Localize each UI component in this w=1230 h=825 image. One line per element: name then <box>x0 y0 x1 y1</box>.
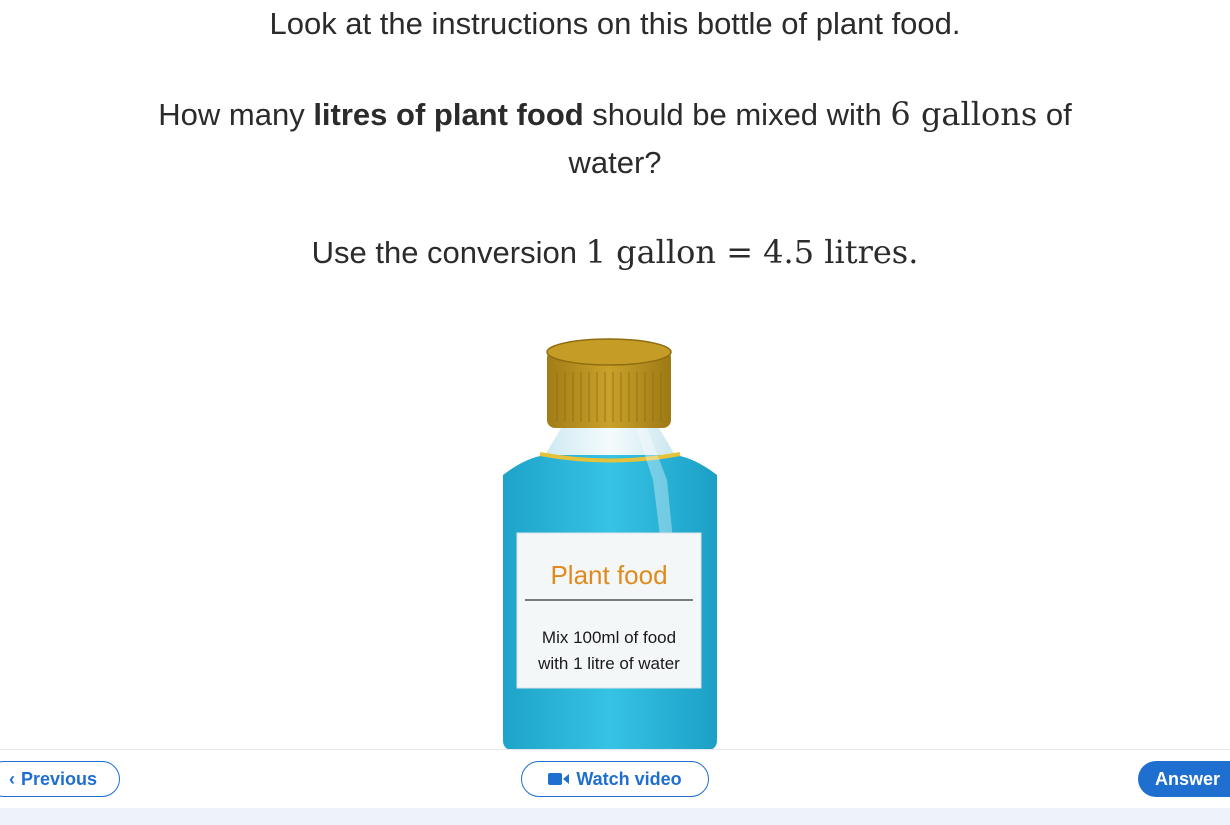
question-intro: Look at the instructions on this bottle … <box>269 6 961 41</box>
question-text: should be mixed with <box>583 97 891 132</box>
answer-button[interactable]: Answer <box>1138 761 1230 797</box>
chevron-left-icon: ‹ <box>8 768 15 789</box>
previous-label: Previous <box>20 768 98 789</box>
question-text: How many <box>158 97 314 132</box>
question-line-1: Look at the instructions on this bottle … <box>0 2 1230 46</box>
math-expression: 6 gallons <box>890 95 1038 133</box>
watch-video-button[interactable]: Watch video <box>521 761 709 797</box>
question-text: water? <box>568 145 662 180</box>
plant-food-bottle-illustration: Plant food Mix 100ml of food with 1 litr… <box>503 338 717 750</box>
footer-divider <box>0 749 1230 750</box>
video-camera-icon <box>548 773 570 785</box>
bottle-cap-top <box>546 338 672 366</box>
label-instruction-line-1: Mix 100ml of food <box>542 628 676 647</box>
label-instruction-line-2: with 1 litre of water <box>537 654 680 673</box>
footer-band <box>0 808 1230 825</box>
label-title: Plant food <box>550 560 667 590</box>
question-text: of <box>1037 97 1072 132</box>
previous-button[interactable]: ‹ Previous <box>0 761 120 797</box>
math-expression: 1 gallon = 4.5 litres. <box>585 233 919 271</box>
question-line-3: water? <box>0 141 1230 185</box>
answer-label: Answer <box>1155 768 1221 789</box>
watch-video-label: Watch video <box>576 768 682 789</box>
conversion-line: Use the conversion 1 gallon = 4.5 litres… <box>0 230 1230 275</box>
question-line-2: How many litres of plant food should be … <box>0 92 1230 137</box>
conversion-text: Use the conversion <box>311 235 586 270</box>
question-bold-text: litres of plant food <box>313 97 584 132</box>
